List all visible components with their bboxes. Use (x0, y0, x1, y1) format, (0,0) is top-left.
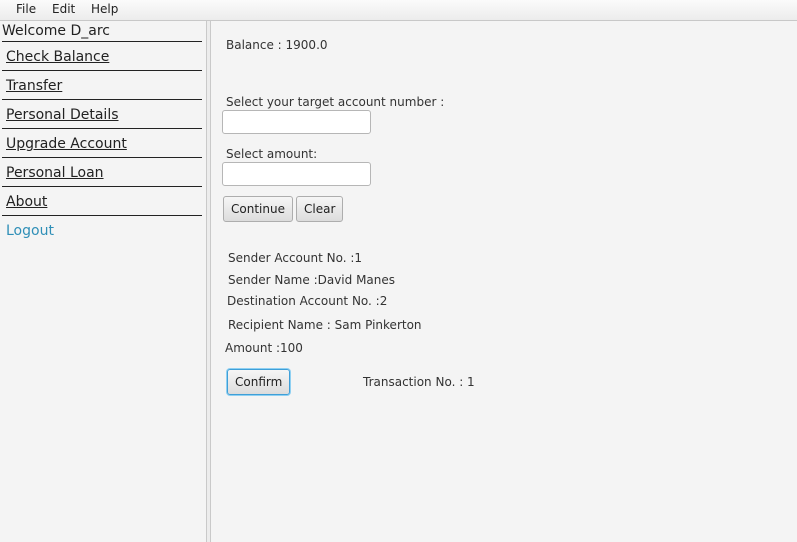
amount-label: Select amount: (226, 147, 318, 161)
balance-label: Balance : 1900.0 (226, 38, 328, 52)
target-account-label: Select your target account number : (226, 95, 445, 109)
sidebar-separator (2, 99, 202, 100)
sidebar: Welcome D_arc Check Balance Transfer Per… (0, 21, 206, 542)
sender-account-label: Sender Account No. :1 (228, 251, 363, 265)
continue-button[interactable]: Continue (223, 196, 293, 222)
recipient-name-label: Recipient Name : Sam Pinkerton (228, 318, 422, 332)
clear-button[interactable]: Clear (296, 196, 344, 222)
sidebar-item-personal-loan[interactable]: Personal Loan (6, 165, 104, 181)
menu-bar: File Edit Help (0, 0, 797, 21)
split-pane-divider[interactable] (206, 21, 211, 542)
transfer-panel: Balance : 1900.0 Select your target acco… (212, 21, 797, 542)
sidebar-separator (2, 186, 202, 187)
menu-edit[interactable]: Edit (52, 2, 75, 16)
amount-summary-label: Amount :100 (225, 341, 303, 355)
sidebar-item-check-balance[interactable]: Check Balance (6, 49, 109, 65)
sidebar-separator (2, 128, 202, 129)
target-account-input[interactable] (222, 110, 371, 134)
sender-name-label: Sender Name :David Manes (228, 273, 396, 287)
transaction-number-label: Transaction No. : 1 (363, 375, 475, 389)
sidebar-item-upgrade-account[interactable]: Upgrade Account (6, 136, 127, 152)
confirm-button[interactable]: Confirm (227, 369, 291, 395)
sidebar-separator (2, 70, 202, 71)
menu-help[interactable]: Help (91, 2, 118, 16)
sidebar-separator (2, 215, 202, 216)
amount-input[interactable] (222, 162, 371, 186)
welcome-text: Welcome D_arc (2, 23, 110, 39)
menu-file[interactable]: File (16, 2, 36, 16)
logout-link[interactable]: Logout (6, 223, 54, 239)
sidebar-item-about[interactable]: About (6, 194, 47, 210)
sidebar-separator (2, 41, 202, 42)
sidebar-separator (2, 157, 202, 158)
sidebar-item-personal-details[interactable]: Personal Details (6, 107, 119, 123)
destination-account-label: Destination Account No. :2 (227, 294, 388, 308)
sidebar-item-transfer[interactable]: Transfer (6, 78, 62, 94)
